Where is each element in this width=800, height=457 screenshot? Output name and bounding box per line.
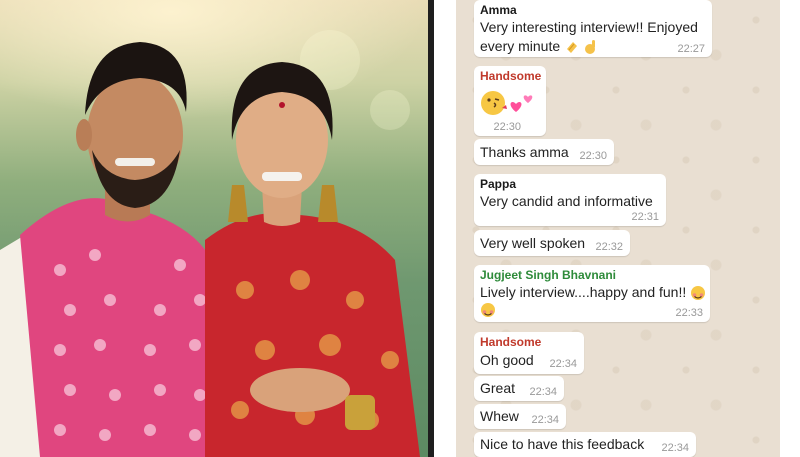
sender-name: Jugjeet Singh Bhavnani bbox=[480, 268, 617, 282]
couple-photo bbox=[0, 0, 428, 457]
message-bubble: Pappa Very candid and informative 22:31 bbox=[474, 174, 666, 226]
message-bubble: Whew 22:34 bbox=[474, 404, 566, 429]
man-smile bbox=[115, 158, 155, 166]
woman-earring-right bbox=[318, 185, 338, 222]
woman-smile bbox=[262, 172, 302, 181]
message-time: 22:34 bbox=[529, 386, 557, 398]
whatsapp-chat-screenshot: Amma Very interesting interview!! Enjoye… bbox=[434, 0, 800, 457]
emoji-row bbox=[481, 91, 533, 115]
message-bubble: Great 22:34 bbox=[474, 376, 564, 401]
message-bubble: Thanks amma 22:30 bbox=[474, 139, 614, 165]
message-text: Nice to have this feedback bbox=[480, 436, 645, 452]
message-text: Very candid and informative bbox=[480, 193, 653, 209]
message-text-line2: every minute bbox=[480, 38, 561, 54]
message-text: Lively interview....happy and fun!! bbox=[480, 283, 706, 302]
message-text: Very interesting interview!! Enjoyed bbox=[480, 19, 698, 35]
message-time: 22:33 bbox=[675, 307, 703, 319]
message-text: Very well spoken bbox=[480, 235, 586, 251]
sender-name: Pappa bbox=[480, 177, 517, 191]
message-bubble: Nice to have this feedback 22:34 bbox=[474, 432, 696, 457]
message-time: 22:30 bbox=[579, 150, 607, 162]
message-text: every minute bbox=[480, 37, 598, 56]
message-bubble: Very well spoken 22:32 bbox=[474, 230, 630, 256]
two-hearts-emoji-icon bbox=[510, 95, 533, 112]
woman-bangle bbox=[345, 395, 375, 430]
message-time: 22:32 bbox=[595, 241, 623, 253]
message-bubble: Handsome 22:30 bbox=[474, 66, 546, 136]
message-time: 22:34 bbox=[549, 358, 577, 370]
message-text: Oh good bbox=[480, 352, 534, 368]
woman-bindi bbox=[279, 102, 285, 108]
message-time: 22:34 bbox=[531, 414, 559, 426]
man-ear bbox=[76, 119, 92, 151]
message-bubble: Jugjeet Singh Bhavnani Lively interview.… bbox=[474, 265, 710, 322]
sender-name: Amma bbox=[480, 3, 517, 17]
couple-illustration bbox=[0, 42, 420, 457]
message-time: 22:27 bbox=[677, 43, 705, 55]
message-bubble: Amma Very interesting interview!! Enjoye… bbox=[474, 0, 712, 57]
message-text: Whew bbox=[480, 408, 519, 424]
message-text: Great bbox=[480, 380, 516, 396]
message-text-content: Lively interview....happy and fun!! bbox=[480, 284, 687, 300]
message-time: 22:30 bbox=[493, 121, 521, 133]
clap-emoji-icon bbox=[567, 42, 578, 54]
blush-emoji-icon bbox=[481, 303, 495, 317]
message-time: 22:31 bbox=[631, 211, 659, 223]
sender-name: Handsome bbox=[480, 69, 542, 83]
man-pink-jacket bbox=[20, 198, 220, 457]
message-bubble: Handsome Oh good 22:34 bbox=[474, 332, 584, 374]
kiss-emoji-icon bbox=[481, 91, 507, 115]
message-text: Thanks amma bbox=[480, 144, 569, 160]
woman-earring-left bbox=[228, 185, 248, 222]
blush-emoji-icon bbox=[691, 286, 706, 301]
sender-name: Handsome bbox=[480, 335, 542, 349]
ok-hand-emoji-icon bbox=[584, 40, 595, 55]
woman-hands bbox=[250, 368, 350, 412]
message-time: 22:34 bbox=[661, 442, 689, 454]
